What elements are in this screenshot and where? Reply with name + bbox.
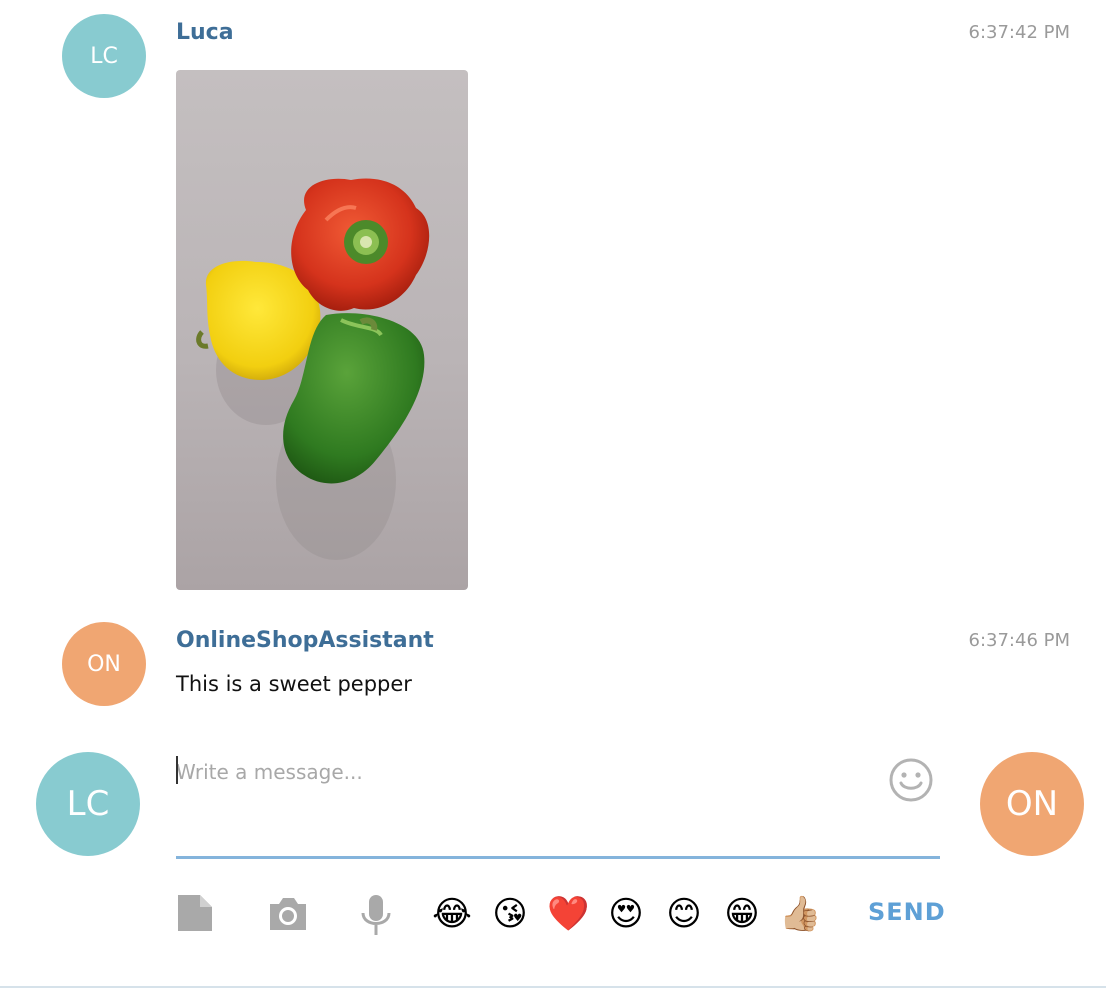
sender-name-luca[interactable]: Luca bbox=[176, 20, 234, 45]
chat-window: LC Luca 6:37:42 PM ON OnlineShopAssistan… bbox=[0, 0, 1106, 990]
quick-emoji-thumbs-up[interactable]: 👍🏼 bbox=[779, 894, 821, 934]
camera-icon bbox=[270, 898, 306, 930]
peer-avatar[interactable]: ON bbox=[980, 752, 1084, 856]
avatar-online-shop-assistant[interactable]: ON bbox=[62, 622, 146, 706]
my-avatar[interactable]: LC bbox=[36, 752, 140, 856]
message-timestamp: 6:37:46 PM bbox=[968, 630, 1071, 651]
bottom-divider bbox=[0, 986, 1106, 988]
text-caret bbox=[176, 756, 178, 784]
smiley-icon bbox=[889, 758, 933, 802]
message-timestamp: 6:37:42 PM bbox=[968, 22, 1071, 43]
input-underline bbox=[176, 856, 940, 859]
quick-emoji-smile[interactable]: 😊 bbox=[663, 894, 705, 934]
message-input[interactable] bbox=[176, 752, 876, 792]
message-text: This is a sweet pepper bbox=[176, 672, 412, 696]
attach-file-button[interactable] bbox=[176, 893, 214, 938]
photo-button[interactable] bbox=[267, 896, 309, 937]
bell-peppers-image bbox=[196, 178, 430, 560]
file-icon bbox=[178, 895, 212, 931]
quick-emoji-heart[interactable]: ❤️ bbox=[547, 894, 589, 934]
sender-name-online-shop-assistant[interactable]: OnlineShopAssistant bbox=[176, 628, 434, 653]
send-button[interactable]: SEND bbox=[868, 898, 946, 926]
quick-emoji-heart-eyes[interactable]: 😍 bbox=[605, 894, 647, 934]
quick-emoji-grin[interactable]: 😁 bbox=[721, 894, 763, 934]
voice-message-button[interactable] bbox=[358, 893, 394, 942]
quick-emoji-kiss[interactable]: 😘 bbox=[489, 894, 531, 934]
avatar-luca[interactable]: LC bbox=[62, 14, 146, 98]
emoji-picker-button[interactable] bbox=[888, 757, 934, 803]
message-photo[interactable] bbox=[176, 70, 468, 590]
quick-emoji-joy[interactable]: 😂 bbox=[431, 894, 473, 934]
microphone-icon bbox=[361, 895, 391, 935]
